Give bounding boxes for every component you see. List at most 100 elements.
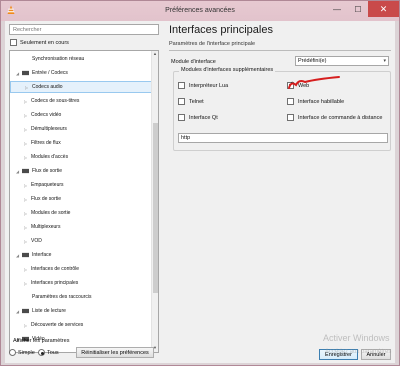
scroll-up-arrow-icon[interactable]: ▲ bbox=[152, 51, 158, 58]
option-lua-checkbox[interactable] bbox=[178, 82, 185, 89]
tree-item[interactable]: Paramètres des raccourcis bbox=[10, 291, 152, 303]
tree-item-label: Flux de sortie bbox=[32, 168, 63, 174]
scroll-thumb[interactable] bbox=[153, 123, 158, 293]
maximize-icon[interactable]: ☐ bbox=[348, 1, 368, 17]
collapsed-arrow-icon[interactable]: ▷ bbox=[24, 99, 27, 104]
tree-item-label: Interface bbox=[32, 252, 52, 258]
tree-item-label: Entrée / Codecs bbox=[32, 70, 68, 76]
collapsed-arrow-icon[interactable]: ▷ bbox=[24, 211, 27, 216]
radio-simple-label: Simple bbox=[18, 349, 35, 356]
tree-item-label: Liste de lecture bbox=[32, 308, 66, 314]
extra-interfaces-input[interactable]: http bbox=[178, 133, 388, 143]
collapsed-arrow-icon[interactable]: ▷ bbox=[24, 267, 27, 272]
page-title: Interfaces principales bbox=[169, 24, 273, 36]
reset-preferences-button[interactable]: Réinitialiser les préférences bbox=[76, 347, 154, 358]
tree-item-label: Modules d'accès bbox=[31, 154, 69, 160]
page-subtitle: Paramètres de l'interface principale bbox=[169, 41, 256, 47]
collapsed-arrow-icon[interactable]: ▷ bbox=[25, 85, 28, 90]
chevron-down-icon: ▾ bbox=[383, 58, 386, 64]
tree-item-label: Synchronisation réseau bbox=[32, 56, 85, 62]
tree-item[interactable]: ▷ Empaqueteurs bbox=[10, 179, 152, 191]
dialog-body: Seulement en cours Synchronisation résea… bbox=[5, 21, 395, 363]
radio-all-label: Tous bbox=[47, 349, 59, 356]
radio-simple[interactable] bbox=[9, 349, 16, 356]
tree-item[interactable]: ▷ Filtres de flux bbox=[10, 137, 152, 149]
tree-scrollbar[interactable]: ▲ ▼ bbox=[151, 51, 158, 352]
expand-arrow-icon[interactable]: ◢ bbox=[16, 253, 19, 258]
tree-item[interactable]: ▷ Interfaces de contrôle bbox=[10, 263, 152, 275]
option-qt-label: Interface Qt bbox=[189, 114, 218, 121]
tree-item[interactable]: ▷ Modules d'accès bbox=[10, 151, 152, 163]
tree-item-label: Interfaces principales bbox=[31, 280, 79, 286]
tree-item[interactable]: Synchronisation réseau bbox=[10, 53, 152, 65]
option-qt-checkbox[interactable] bbox=[178, 114, 185, 121]
stream-icon bbox=[22, 168, 29, 174]
tree-item-label: Filtres de flux bbox=[31, 140, 61, 146]
tree-item[interactable]: ▷ Démultiplexeurs bbox=[10, 123, 152, 135]
collapsed-arrow-icon[interactable]: ▷ bbox=[24, 183, 27, 188]
tree-item[interactable]: ◢ Liste de lecture bbox=[10, 305, 152, 317]
option-rc-label: Interface de commande à distance bbox=[298, 114, 383, 121]
tree-item[interactable]: ▷ Codecs audio bbox=[10, 81, 152, 93]
collapsed-arrow-icon[interactable]: ▷ bbox=[24, 113, 27, 118]
radio-simple-row[interactable]: Simple bbox=[9, 349, 35, 356]
interface-module-label: Module d'interface bbox=[171, 59, 216, 65]
expand-arrow-icon[interactable]: ◢ bbox=[16, 309, 19, 314]
collapsed-arrow-icon[interactable]: ▷ bbox=[24, 197, 27, 202]
tree-item-label: Multiplexeurs bbox=[31, 224, 61, 230]
tree-item[interactable]: ▷ Modules de sortie bbox=[10, 207, 152, 219]
preferences-window: Préférences avancées — ☐ ✕ Seulement en … bbox=[0, 0, 400, 366]
tree-item[interactable]: ◢ Entrée / Codecs bbox=[10, 67, 152, 79]
tree-item-label: Modules de sortie bbox=[31, 210, 71, 216]
tree-item-label: Codecs vidéo bbox=[31, 112, 62, 118]
tree-item[interactable]: ▷ Découverte de services bbox=[10, 319, 152, 331]
option-skins[interactable]: Interface habillable bbox=[287, 98, 344, 105]
collapsed-arrow-icon[interactable]: ▷ bbox=[24, 141, 27, 146]
collapsed-arrow-icon[interactable]: ▷ bbox=[24, 281, 27, 286]
tree-item[interactable]: ▷ Codecs de sous-titres bbox=[10, 95, 152, 107]
option-rc-checkbox[interactable] bbox=[287, 114, 294, 121]
extra-modules-title: Modules d'interfaces supplémentaires bbox=[179, 67, 276, 73]
tree-item[interactable]: ▷ Codecs vidéo bbox=[10, 109, 152, 121]
tree-item-label: Paramètres des raccourcis bbox=[32, 294, 92, 300]
input-icon bbox=[22, 70, 29, 76]
tree-item[interactable]: ▷ Interfaces principales bbox=[10, 277, 152, 289]
tree-item-label: Empaqueteurs bbox=[31, 182, 64, 188]
minimize-icon[interactable]: — bbox=[326, 1, 348, 17]
tree-item[interactable]: ▷ Multiplexeurs bbox=[10, 221, 152, 233]
tree-item-label: Démultiplexeurs bbox=[31, 126, 67, 132]
tree-item[interactable]: ▷ VOD bbox=[10, 235, 152, 247]
expand-arrow-icon[interactable]: ◢ bbox=[16, 71, 19, 76]
collapsed-arrow-icon[interactable]: ▷ bbox=[24, 155, 27, 160]
expand-arrow-icon[interactable]: ◢ bbox=[16, 169, 19, 174]
preferences-tree[interactable]: Synchronisation réseau ◢ Entrée / Codecs ▷ C… bbox=[9, 50, 159, 353]
only-current-checkbox[interactable] bbox=[10, 39, 17, 46]
option-lua-label: Interpréteur Lua bbox=[189, 82, 229, 89]
collapsed-arrow-icon[interactable]: ▷ bbox=[24, 239, 27, 244]
option-skins-label: Interface habillable bbox=[298, 98, 345, 105]
interface-module-select[interactable]: Prédéfini(e) ▾ bbox=[295, 56, 389, 66]
collapsed-arrow-icon[interactable]: ▷ bbox=[24, 225, 27, 230]
interface-icon bbox=[22, 252, 29, 258]
only-current-row[interactable]: Seulement en cours bbox=[10, 39, 69, 46]
search-input[interactable] bbox=[9, 24, 159, 35]
tree-item-label: Flux de sortie bbox=[31, 196, 62, 202]
tree-item[interactable]: ▷ Flux de sortie bbox=[10, 193, 152, 205]
option-rc[interactable]: Interface de commande à distance bbox=[287, 114, 382, 121]
option-telnet-checkbox[interactable] bbox=[178, 98, 185, 105]
radio-all[interactable] bbox=[38, 349, 45, 356]
tree-item-label: Découverte de services bbox=[31, 322, 84, 328]
tree-item[interactable]: ◢ Interface bbox=[10, 249, 152, 261]
radio-all-row[interactable]: Tous bbox=[38, 349, 59, 356]
collapsed-arrow-icon[interactable]: ▷ bbox=[24, 323, 27, 328]
activation-watermark-sub: Accédez aux paramètres bbox=[325, 349, 392, 355]
close-icon[interactable]: ✕ bbox=[368, 1, 399, 17]
option-skins-checkbox[interactable] bbox=[287, 98, 294, 105]
option-qt[interactable]: Interface Qt bbox=[178, 114, 218, 121]
option-lua[interactable]: Interpréteur Lua bbox=[178, 82, 228, 89]
tree-item-label: Codecs audio bbox=[32, 84, 63, 90]
collapsed-arrow-icon[interactable]: ▷ bbox=[24, 127, 27, 132]
title-bar[interactable]: Préférences avancées — ☐ ✕ bbox=[1, 1, 399, 21]
tree-item[interactable]: ◢ Flux de sortie bbox=[10, 165, 152, 177]
option-telnet[interactable]: Telnet bbox=[178, 98, 204, 105]
